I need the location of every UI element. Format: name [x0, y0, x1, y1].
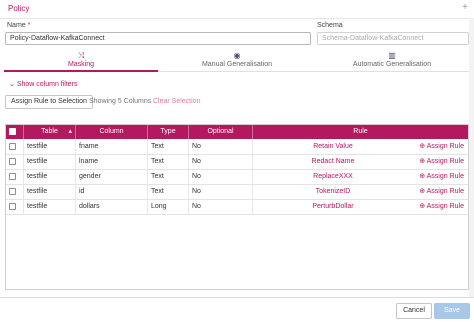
cell-optional: No — [189, 155, 253, 169]
table-row: testfile gender Text No ReplaceXXX ⊕ Ass… — [6, 170, 468, 185]
scrollbar[interactable] — [469, 18, 474, 297]
cell-rule: Redact Name — [311, 158, 355, 165]
header-rule[interactable]: Rule — [253, 125, 468, 139]
plus-circle-icon: ⊕ — [419, 158, 426, 165]
cell-rule: TokenizeID — [315, 188, 351, 195]
header-optional[interactable]: Optional — [189, 125, 253, 139]
cell-type: Text — [148, 170, 189, 184]
row-checkbox[interactable] — [9, 173, 16, 180]
tab-manual-generalisation[interactable]: ◉ Manual Generalisation — [160, 50, 314, 71]
assign-rule-button[interactable]: ⊕ Assign Rule — [413, 140, 468, 154]
panel-header: Policy + — [0, 0, 474, 19]
assign-rule-button[interactable]: ⊕ Assign Rule — [413, 155, 468, 169]
rules-table: Table ▴ Column Type Optional Rule testfi… — [5, 124, 469, 290]
plus-icon[interactable]: + — [462, 2, 468, 13]
binoculars-icon: ◉ — [233, 51, 241, 60]
plus-circle-icon: ⊕ — [419, 188, 426, 195]
name-label: Name * — [7, 22, 31, 29]
schema-field: Schema-Dataflow-KafkaConnect — [317, 32, 469, 45]
table-header: Table ▴ Column Type Optional Rule — [6, 125, 468, 139]
cell-optional: No — [189, 185, 253, 199]
cell-column: dollars — [76, 200, 148, 214]
table-row: testfile fname Text No Retain Value ⊕ As… — [6, 140, 468, 155]
select-all-cell — [6, 125, 24, 139]
cell-rule: ReplaceXXX — [313, 173, 353, 180]
showing-columns-text: Showing 5 Columns — [89, 98, 152, 105]
cell-type: Text — [148, 155, 189, 169]
header-column[interactable]: Column — [76, 125, 148, 139]
row-checkbox[interactable] — [9, 158, 16, 165]
assign-rule-button[interactable]: ⊕ Assign Rule — [413, 185, 468, 199]
cell-table: testfile — [24, 170, 76, 184]
assign-rule-button[interactable]: ⊕ Assign Rule — [413, 170, 468, 184]
columns-icon: ▥ — [388, 51, 396, 60]
cell-type: Long — [148, 200, 189, 214]
schema-label: Schema — [317, 22, 343, 29]
cell-column: id — [76, 185, 148, 199]
shuffle-icon: ⤨ — [77, 51, 85, 60]
header-type[interactable]: Type — [148, 125, 189, 139]
cell-column: gender — [76, 170, 148, 184]
cell-rule: Retain Value — [313, 143, 353, 150]
cell-optional: No — [189, 170, 253, 184]
cancel-button[interactable]: Cancel — [396, 303, 432, 319]
tab-masking[interactable]: ⤨ Masking — [4, 50, 158, 71]
cell-table: testfile — [24, 140, 76, 154]
table-row: testfile lname Text No Redact Name ⊕ Ass… — [6, 155, 468, 170]
header-table[interactable]: Table ▴ — [24, 125, 76, 139]
clear-selection-button[interactable]: Clear Selection — [153, 98, 200, 105]
row-checkbox[interactable] — [9, 188, 16, 195]
cell-type: Text — [148, 140, 189, 154]
save-button[interactable]: Save — [434, 303, 470, 319]
plus-circle-icon: ⊕ — [419, 143, 426, 150]
table-row: testfile id Text No TokenizeID ⊕ Assign … — [6, 185, 468, 200]
table-row: testfile dollars Long No PerturbDollar ⊕… — [6, 200, 468, 215]
tab-automatic-generalisation[interactable]: ▥ Automatic Generalisation — [314, 50, 470, 71]
assign-rule-to-selection-button[interactable]: Assign Rule to Selection — [5, 95, 93, 109]
active-tab-indicator — [4, 70, 158, 72]
cell-optional: No — [189, 200, 253, 214]
cell-optional: No — [189, 140, 253, 154]
plus-circle-icon: ⊕ — [419, 173, 426, 180]
panel-title: Policy — [8, 4, 30, 13]
cell-table: testfile — [24, 155, 76, 169]
row-checkbox[interactable] — [9, 203, 16, 210]
cell-type: Text — [148, 185, 189, 199]
plus-circle-icon: ⊕ — [419, 203, 426, 210]
cell-rule: PerturbDollar — [312, 203, 354, 210]
show-column-filters[interactable]: ⌄ Show column filters — [9, 80, 78, 88]
sort-asc-icon: ▴ — [68, 128, 72, 135]
cell-table: testfile — [24, 185, 76, 199]
select-all-checkbox[interactable] — [9, 128, 16, 135]
chevron-down-icon: ⌄ — [9, 81, 15, 88]
cell-column: lname — [76, 155, 148, 169]
cell-table: testfile — [24, 200, 76, 214]
row-checkbox[interactable] — [9, 143, 16, 150]
name-field[interactable]: Policy-Dataflow-KafkaConnect — [5, 32, 311, 45]
assign-rule-button[interactable]: ⊕ Assign Rule — [413, 200, 468, 214]
cell-column: fname — [76, 140, 148, 154]
